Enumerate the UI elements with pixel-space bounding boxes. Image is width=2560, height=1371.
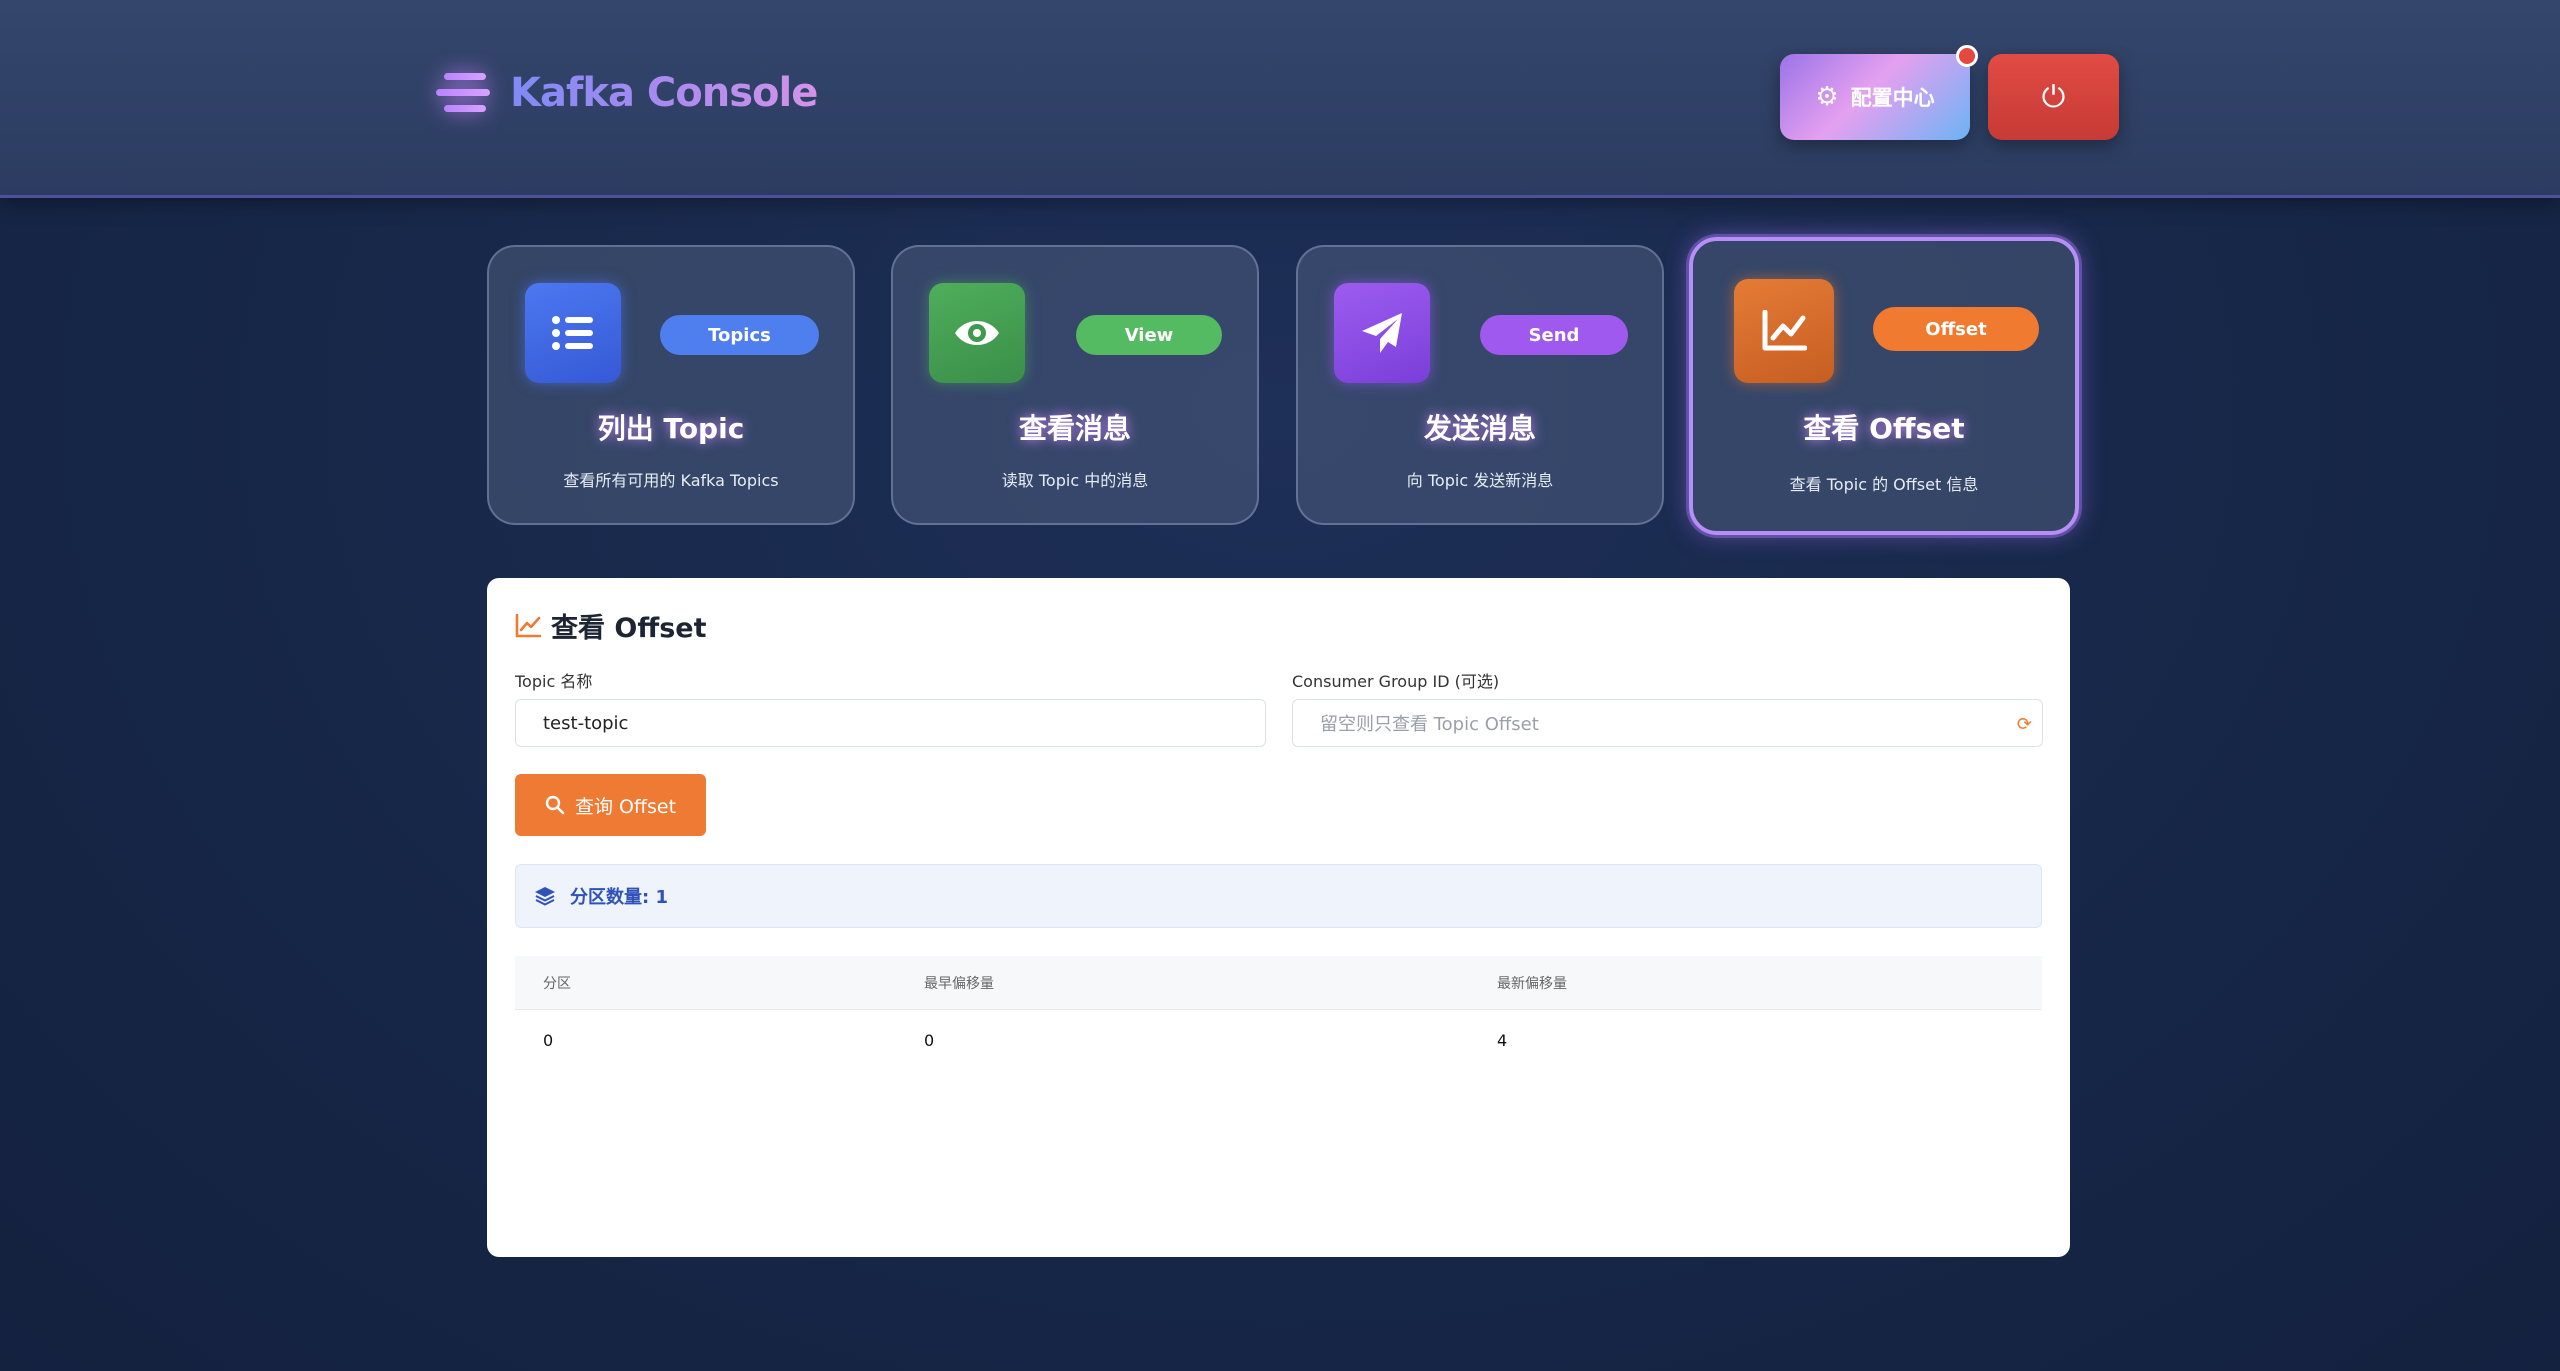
paper-plane-icon	[1334, 283, 1430, 383]
search-icon	[545, 795, 565, 815]
notification-dot	[1956, 45, 1978, 67]
chart-line-icon	[1734, 279, 1834, 383]
topic-name-input[interactable]: test-topic	[515, 699, 1266, 747]
eye-icon	[929, 283, 1025, 383]
cell-earliest-offset: 0	[924, 1030, 935, 1050]
refresh-icon[interactable]: ⟳	[2017, 714, 2032, 735]
offset-pill: Offset	[1873, 307, 2039, 351]
consumer-group-input[interactable]: 留空则只查看 Topic Offset ⟳	[1292, 699, 2043, 747]
query-offset-button[interactable]: 查询 Offset	[515, 774, 706, 836]
logout-button[interactable]: ⏻	[1988, 54, 2119, 140]
card-title: 列出 Topic	[597, 412, 745, 445]
topics-pill: Topics	[660, 315, 819, 355]
partition-count: 分区数量: 1	[570, 887, 668, 908]
view-pill: View	[1076, 315, 1222, 355]
card-description: 查看 Topic 的 Offset 信息	[1789, 475, 1979, 494]
table-header: 分区 最早偏移量 最新偏移量	[515, 956, 2042, 1010]
card-send-message[interactable]: Send 发送消息 向 Topic 发送新消息	[1296, 245, 1664, 525]
cell-partition: 0	[543, 1030, 554, 1050]
header-latest-offset: 最新偏移量	[1497, 975, 1567, 992]
send-pill: Send	[1480, 315, 1628, 355]
gear-icon: ⚙	[1815, 82, 1839, 112]
layers-icon	[535, 887, 555, 906]
table-row: 0 0 4	[515, 1010, 2042, 1070]
consumer-group-placeholder: 留空则只查看 Topic Offset	[1320, 714, 1539, 735]
card-description: 查看所有可用的 Kafka Topics	[563, 471, 779, 490]
brand: Kafka Console	[436, 70, 818, 116]
card-description: 读取 Topic 中的消息	[1001, 471, 1149, 490]
panel-title-text: 查看 Offset	[551, 613, 707, 644]
header-partition: 分区	[543, 975, 571, 992]
card-view-offset[interactable]: Offset 查看 Offset 查看 Topic 的 Offset 信息	[1689, 237, 2079, 535]
card-description: 向 Topic 发送新消息	[1406, 471, 1554, 490]
panel-title: 查看 Offset	[515, 606, 707, 645]
card-title: 查看消息	[1018, 412, 1131, 445]
chart-line-icon	[515, 613, 541, 637]
card-title: 发送消息	[1423, 412, 1536, 445]
menu-icon[interactable]	[436, 71, 490, 115]
card-list-topics[interactable]: Topics 列出 Topic 查看所有可用的 Kafka Topics	[487, 245, 855, 525]
topic-name-label: Topic 名称	[515, 672, 593, 691]
topic-name-value: test-topic	[543, 712, 629, 734]
offset-panel: 查看 Offset Topic 名称 test-topic Consumer G…	[487, 578, 2070, 1257]
brand-title: Kafka Console	[510, 70, 818, 116]
query-offset-label: 查询 Offset	[574, 795, 677, 818]
list-icon	[525, 283, 621, 383]
app-header: Kafka Console ⚙ 配置中心 ⏻	[0, 0, 2560, 198]
header-earliest-offset: 最早偏移量	[924, 975, 994, 992]
card-view-messages[interactable]: View 查看消息 读取 Topic 中的消息	[891, 245, 1259, 525]
config-center-button[interactable]: ⚙ 配置中心	[1780, 54, 1970, 140]
power-icon: ⏻	[2041, 79, 2066, 115]
partition-info-bar: 分区数量: 1	[515, 864, 2042, 928]
card-title: 查看 Offset	[1803, 412, 1965, 445]
consumer-group-label: Consumer Group ID (可选)	[1292, 672, 1500, 691]
cell-latest-offset: 4	[1497, 1030, 1508, 1050]
config-center-label: 配置中心	[1850, 86, 1935, 110]
